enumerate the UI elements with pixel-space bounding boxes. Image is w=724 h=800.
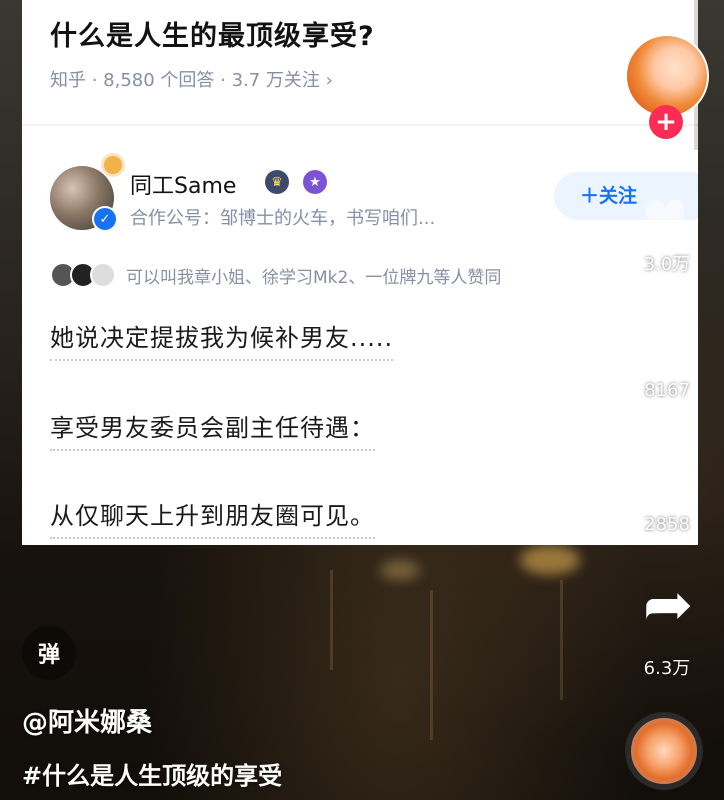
favorite-count: 2858 [644, 514, 690, 535]
share-arrow-icon[interactable]: ➦ [630, 570, 706, 640]
road-reflection [560, 580, 563, 700]
share-count: 6.3万 [643, 658, 691, 679]
question-title[interactable]: 什么是人生的最顶级享受? [50, 14, 375, 53]
liker-avatar [90, 262, 116, 288]
badge-icon: ★ [303, 170, 327, 194]
like-count: 3.0万 [643, 254, 691, 275]
liker-avatars [50, 262, 116, 288]
follow-creator-button[interactable]: + [649, 105, 683, 139]
author-avatar[interactable]: ✓ [50, 156, 122, 232]
answer-paragraph: 她说决定提拔我为候补男友..... [50, 318, 394, 361]
hashtag[interactable]: #什么是人生顶级的享受 [22, 756, 282, 791]
crown-icon: ♛ [265, 170, 289, 194]
street-light [520, 545, 580, 575]
comment-icon[interactable] [638, 312, 696, 364]
user-handle[interactable]: @阿米娜桑 [22, 702, 152, 739]
road-reflection [430, 590, 433, 740]
road-reflection [330, 570, 333, 670]
comment-count: 8167 [644, 380, 690, 401]
answer-paragraph: 从仅聊天上升到朋友圈可见。 [50, 496, 375, 539]
zhihu-answer-card: 什么是人生的最顶级享受? 知乎 · 8,580 个回答 · 3.7 万关注 › … [22, 0, 698, 545]
author-name[interactable]: 同工Same [130, 168, 236, 200]
sun-decoration-icon [104, 156, 122, 174]
likers-row[interactable]: 可以叫我章小姐、徐学习Mk2、一位牌九等人赞同 [50, 262, 501, 288]
star-icon[interactable]: ★ [628, 435, 706, 512]
likers-text: 可以叫我章小姐、徐学习Mk2、一位牌九等人赞同 [126, 267, 502, 288]
verified-check-icon: ✓ [92, 206, 118, 232]
heart-icon[interactable]: ♥ [630, 189, 700, 252]
music-disc[interactable] [625, 712, 703, 790]
divider [22, 124, 698, 126]
author-description: 合作公号：邹博士的火车，书写咱们... [130, 208, 436, 229]
danmu-button[interactable]: 弹 [22, 626, 76, 680]
answer-paragraph: 享受男友委员会副主任待遇： [50, 408, 375, 451]
street-light [380, 560, 420, 580]
question-meta[interactable]: 知乎 · 8,580 个回答 · 3.7 万关注 › [50, 66, 333, 92]
